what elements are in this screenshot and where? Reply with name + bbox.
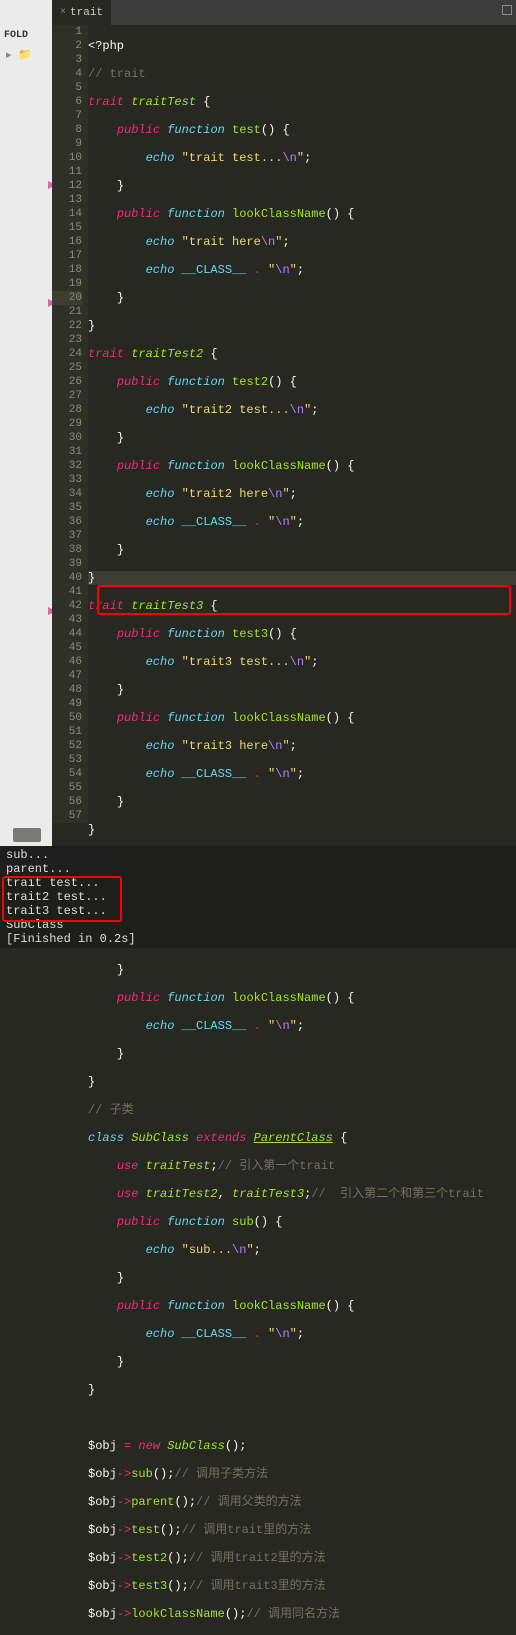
line-number: 24 (52, 347, 82, 361)
output-line: trait3 test... (6, 904, 510, 918)
line-number: 47 (52, 669, 82, 683)
line-number: 54 (52, 767, 82, 781)
scrollbar-thumb[interactable] (13, 828, 41, 842)
line-number: 13 (52, 193, 82, 207)
output-line: sub... (6, 848, 510, 862)
line-number: 3 (52, 53, 82, 67)
line-number: 36 (52, 515, 82, 529)
line-number: 37 (52, 529, 82, 543)
line-number: 28 (52, 403, 82, 417)
line-number: 38 (52, 543, 82, 557)
line-number: 57 (52, 809, 82, 823)
tab-label: trait (70, 7, 103, 19)
line-number: 39 (52, 557, 82, 571)
line-number: 34 (52, 487, 82, 501)
line-number: 41 (52, 585, 82, 599)
line-number: 25 (52, 361, 82, 375)
line-number: 53 (52, 753, 82, 767)
line-number: 56 (52, 795, 82, 809)
line-number: 31 (52, 445, 82, 459)
line-number: 5 (52, 81, 82, 95)
tab-bar: × trait (52, 0, 516, 25)
line-number: 55 (52, 781, 82, 795)
tab-trait[interactable]: × trait (52, 0, 111, 25)
line-number: 52 (52, 739, 82, 753)
line-number: 4 (52, 67, 82, 81)
line-number: 22 (52, 319, 82, 333)
output-line: parent... (6, 862, 510, 876)
line-number: 46 (52, 655, 82, 669)
line-number: 40 (52, 571, 82, 585)
line-number: 51 (52, 725, 82, 739)
line-number: 42 (52, 599, 82, 613)
output-line: SubClass (6, 918, 510, 932)
line-number: 50 (52, 711, 82, 725)
folder-icon[interactable]: ▸ 📁 (0, 46, 52, 64)
line-number: 49 (52, 697, 82, 711)
line-number: 20 (52, 291, 82, 305)
output-line: [Finished in 0.2s] (6, 932, 510, 946)
line-number: 33 (52, 473, 82, 487)
line-number: 45 (52, 641, 82, 655)
line-number: 48 (52, 683, 82, 697)
line-number: 16 (52, 235, 82, 249)
line-number: 9 (52, 137, 82, 151)
output-line: trait test... (6, 876, 510, 890)
code-editor[interactable]: <?php // trait trait traitTest { public … (88, 25, 516, 1635)
window-control-icon[interactable] (502, 5, 512, 15)
line-number: 29 (52, 417, 82, 431)
line-number: 44 (52, 627, 82, 641)
line-number: 12 (52, 179, 82, 193)
sidebar-heading: FOLD (0, 25, 52, 46)
line-number: 17 (52, 249, 82, 263)
line-number: 21 (52, 305, 82, 319)
output-panel: sub... parent... trait test... trait2 te… (0, 846, 516, 948)
line-number: 15 (52, 221, 82, 235)
line-number: 30 (52, 431, 82, 445)
line-number: 2 (52, 39, 82, 53)
line-number: 1 (52, 25, 82, 39)
line-number: 32 (52, 459, 82, 473)
close-icon[interactable]: × (60, 7, 66, 18)
line-number: 10 (52, 151, 82, 165)
line-number: 19 (52, 277, 82, 291)
line-number: 27 (52, 389, 82, 403)
folder-col-top (0, 0, 52, 25)
output-line: trait2 test... (6, 890, 510, 904)
line-gutter: 1 2 3 4 5 6 7 8 9 10 11 12 13 14 15 16 1… (52, 25, 88, 823)
line-number: 18 (52, 263, 82, 277)
line-number: 23 (52, 333, 82, 347)
line-number: 11 (52, 165, 82, 179)
sidebar: FOLD ▸ 📁 (0, 25, 52, 846)
line-number: 43 (52, 613, 82, 627)
line-number: 6 (52, 95, 82, 109)
line-number: 26 (52, 375, 82, 389)
line-number: 14 (52, 207, 82, 221)
line-number: 35 (52, 501, 82, 515)
line-number: 7 (52, 109, 82, 123)
line-number: 8 (52, 123, 82, 137)
